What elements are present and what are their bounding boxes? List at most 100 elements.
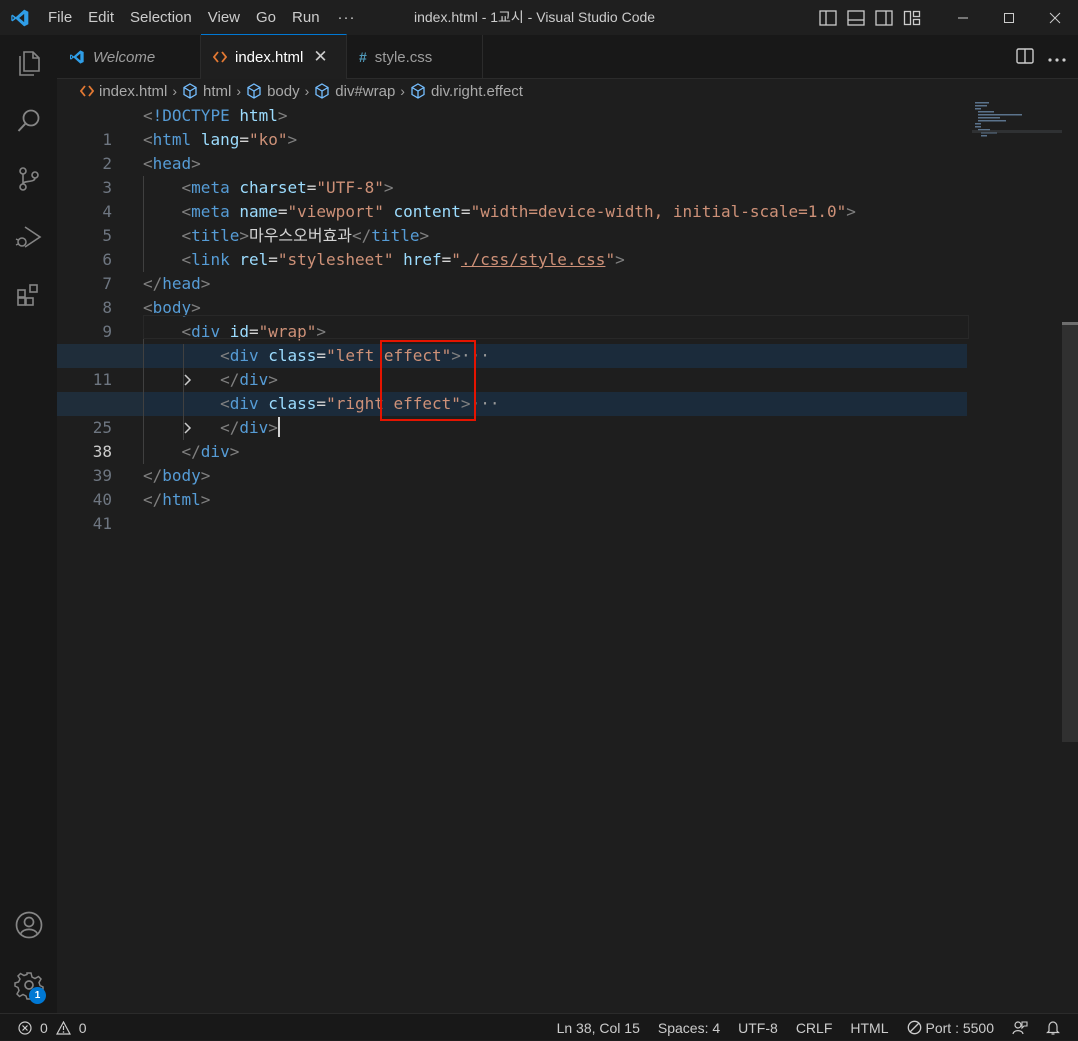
breadcrumb-item-file[interactable]: index.html (80, 83, 167, 100)
error-icon (18, 1020, 32, 1035)
split-editor-icon[interactable] (1016, 47, 1034, 67)
tab-label: Welcome (93, 48, 156, 66)
breadcrumb-item-right-effect[interactable]: div.right.effect (410, 83, 523, 100)
scrollbar-thumb[interactable] (1062, 322, 1078, 742)
settings-gear-icon[interactable]: 1 (0, 957, 57, 1013)
account-icon[interactable] (0, 897, 57, 953)
circle-slash-icon (907, 1020, 922, 1035)
tab-label: style.css (374, 48, 433, 66)
code-line[interactable]: 2 <html lang="ko"> (57, 128, 967, 173)
editor-tabs: Welcome index.html ✕ # style.css (57, 34, 1078, 79)
cursor-position[interactable]: Ln 38, Col 15 (548, 1014, 649, 1041)
menu-file[interactable]: File (40, 0, 80, 35)
code-line[interactable]: 3 <head> (57, 152, 967, 197)
chevron-right-icon: › (304, 83, 310, 99)
breadcrumb-item-wrap[interactable]: div#wrap (314, 83, 395, 100)
maximize-button[interactable] (986, 0, 1032, 35)
href-link[interactable]: ./css/style.css (461, 250, 606, 269)
code-line[interactable]: 5 <meta name="viewport" content="width=d… (57, 200, 967, 245)
encoding[interactable]: UTF-8 (729, 1014, 787, 1041)
live-server-port[interactable]: Port : 5500 (898, 1014, 1004, 1041)
tab-welcome[interactable]: Welcome (57, 35, 201, 79)
window-title: index.html - 1교시 - Visual Studio Code (414, 9, 656, 25)
feedback-icon[interactable] (1003, 1014, 1037, 1041)
status-bar: 0 0 Ln 38, Col 15 Spaces: 4 UTF-8 CRLF H… (0, 1013, 1078, 1040)
text-cursor (277, 417, 280, 437)
breadcrumb-label: body (267, 82, 300, 100)
element-cube-icon (410, 83, 426, 99)
code-line[interactable]: 4 <meta charset="UTF-8"> (57, 176, 967, 221)
more-actions-icon[interactable] (1048, 50, 1066, 65)
settings-badge: 1 (29, 987, 46, 1004)
chevron-right-icon: › (400, 83, 405, 99)
minimize-button[interactable] (940, 0, 986, 35)
toggle-secondary-sidebar-icon[interactable] (870, 0, 898, 35)
line-number: 41 (92, 514, 112, 533)
toggle-primary-sidebar-icon[interactable] (814, 0, 842, 35)
customize-layout-icon[interactable] (898, 0, 926, 35)
close-icon[interactable]: ✕ (313, 47, 327, 67)
code-line[interactable]: 41 </html> (57, 488, 967, 533)
breadcrumb-label: div.right.effect (430, 82, 523, 100)
warning-count: 0 (78, 1019, 87, 1036)
tab-actions (1016, 35, 1066, 79)
element-cube-icon (182, 83, 198, 99)
toggle-panel-icon[interactable] (842, 0, 870, 35)
tab-style-css[interactable]: # style.css (347, 35, 483, 79)
code-line-current[interactable]: 38 </div> (57, 416, 967, 461)
breadcrumb-label: div#wrap (335, 82, 396, 100)
port-label: Port : 5500 (925, 1019, 995, 1036)
problems-status[interactable]: 0 0 (18, 1014, 87, 1041)
code-line[interactable]: 25 <div class="right effect">··· (57, 392, 967, 437)
code-line[interactable]: 24 </div> (57, 368, 967, 413)
menu-more-button[interactable]: ··· (328, 0, 366, 35)
notifications-bell-icon[interactable] (1037, 1014, 1078, 1041)
code-line[interactable]: 11 <div class="left effect">··· (57, 344, 967, 389)
run-debug-icon[interactable] (0, 209, 57, 265)
code-line[interactable]: 7 <link rel="stylesheet" href="./css/sty… (57, 248, 967, 293)
code-line[interactable]: 8 </head> (57, 272, 967, 317)
search-icon[interactable] (0, 93, 57, 149)
code-line[interactable]: 40 </body> (57, 464, 967, 509)
breadcrumb-item-body[interactable]: body (246, 83, 300, 100)
language-mode[interactable]: HTML (841, 1014, 897, 1041)
html-icon (213, 51, 227, 63)
breadcrumb: index.html › html › body › div#wrap › di… (80, 80, 523, 102)
breadcrumb-item-html[interactable]: html (182, 83, 231, 100)
cursor-position-marker (1062, 322, 1078, 325)
tab-label: index.html (235, 48, 304, 66)
menu-selection[interactable]: Selection (122, 0, 200, 35)
breadcrumb-label: html (203, 82, 232, 100)
menu-bar: File Edit Selection View Go Run ··· (40, 0, 366, 35)
chevron-right-icon: › (172, 83, 178, 99)
element-cube-icon (246, 83, 262, 99)
error-count: 0 (40, 1019, 48, 1036)
tab-index-html[interactable]: index.html ✕ (201, 34, 347, 79)
title-controls (814, 0, 1078, 35)
activity-bar: 1 (0, 35, 57, 1013)
menu-go[interactable]: Go (248, 0, 284, 35)
menu-view[interactable]: View (200, 0, 248, 35)
chevron-right-icon: › (236, 83, 242, 99)
code-editor[interactable]: 1 <!DOCTYPE html> 2 <html lang="ko"> 3 <… (57, 104, 1078, 1013)
current-line-outline (143, 315, 969, 339)
minimap[interactable] (972, 100, 1062, 160)
extensions-icon[interactable] (0, 267, 57, 323)
vscode-logo-icon (0, 0, 40, 35)
vscode-logo-icon (69, 49, 85, 65)
title-bar: File Edit Selection View Go Run ··· inde… (0, 0, 1078, 35)
code-line[interactable]: 39 </div> (57, 440, 967, 485)
explorer-icon[interactable] (0, 35, 57, 91)
element-cube-icon (314, 83, 330, 99)
indentation[interactable]: Spaces: 4 (649, 1014, 729, 1041)
source-control-icon[interactable] (0, 151, 57, 207)
css-hash-icon: # (359, 49, 367, 65)
code-line[interactable]: 6 <title>마우스오버효과</title> (57, 224, 967, 269)
menu-run[interactable]: Run (284, 0, 328, 35)
menu-edit[interactable]: Edit (80, 0, 122, 35)
status-right: Ln 38, Col 15 Spaces: 4 UTF-8 CRLF HTML … (548, 1014, 1078, 1041)
close-window-button[interactable] (1032, 0, 1078, 35)
html-icon (80, 85, 94, 97)
code-line[interactable]: 1 <!DOCTYPE html> (57, 104, 967, 149)
end-of-line[interactable]: CRLF (787, 1014, 842, 1041)
